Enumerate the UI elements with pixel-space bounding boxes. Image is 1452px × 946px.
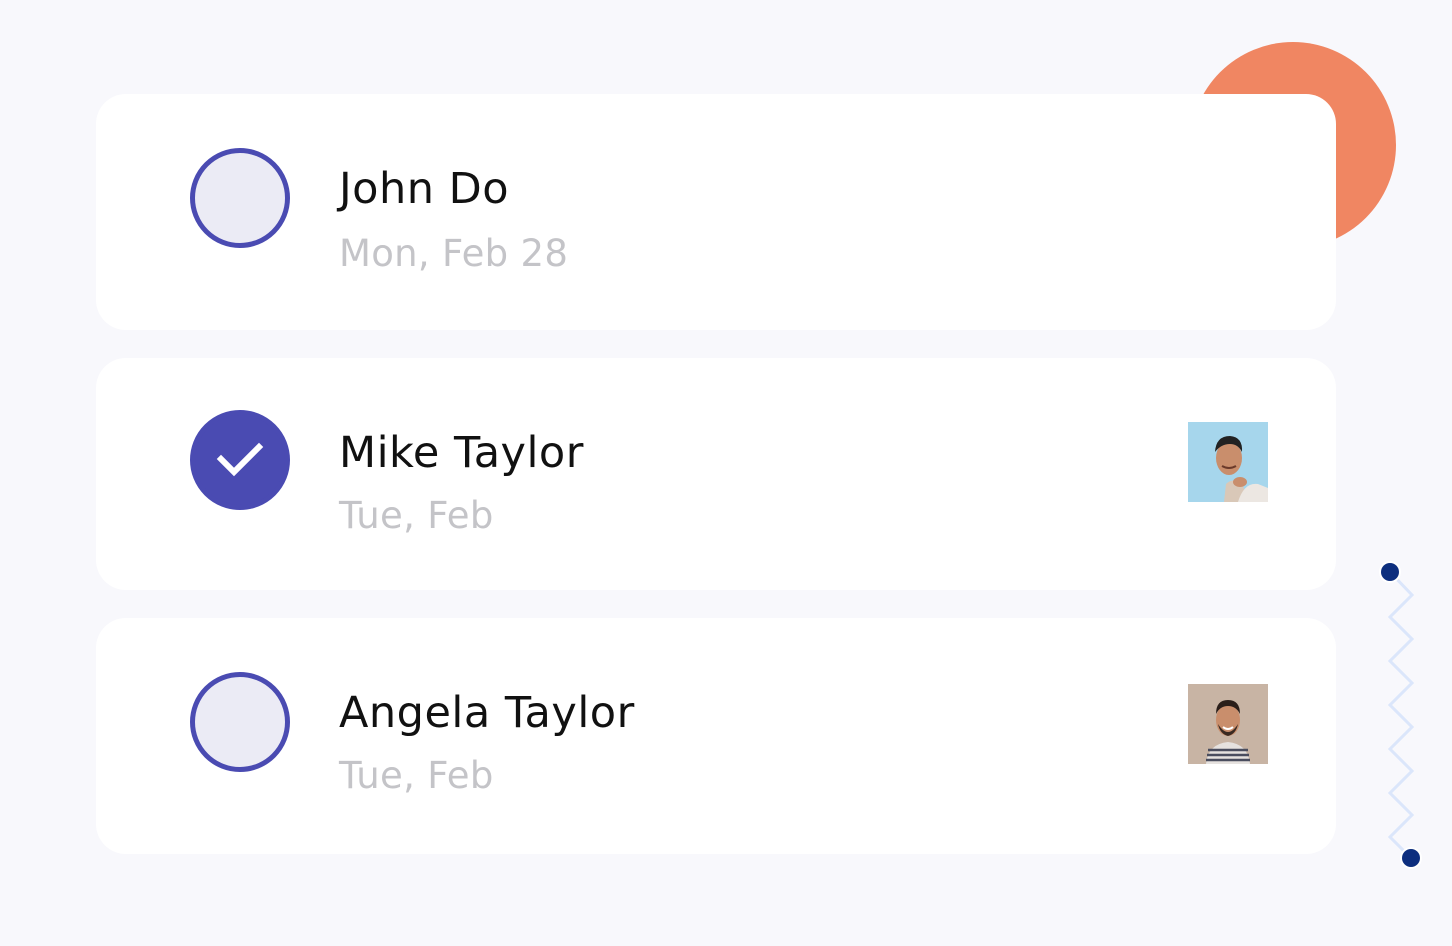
- task-card-mike-taylor[interactable]: Mike Taylor Tue, Feb: [96, 358, 1336, 590]
- task-date: Tue, Feb: [339, 754, 494, 797]
- avatar[interactable]: [1188, 684, 1268, 764]
- check-icon: [216, 442, 264, 477]
- task-list-screen: John Do Mon, Feb 28 Mike Taylor Tue, Feb…: [0, 0, 1452, 946]
- task-checkbox-unchecked[interactable]: [190, 148, 290, 248]
- task-card-john-do[interactable]: John Do Mon, Feb 28: [96, 94, 1336, 330]
- task-name: Angela Taylor: [339, 688, 635, 738]
- task-date: Tue, Feb: [339, 494, 494, 537]
- task-name: John Do: [339, 164, 510, 214]
- task-checkbox-checked[interactable]: [190, 410, 290, 510]
- zigzag-dot-bottom: [1402, 849, 1420, 867]
- task-date: Mon, Feb 28: [339, 232, 569, 275]
- decorative-zigzag: [1379, 561, 1422, 869]
- task-checkbox-unchecked[interactable]: [190, 672, 290, 772]
- avatar[interactable]: [1188, 422, 1268, 502]
- task-name: Mike Taylor: [339, 428, 584, 478]
- zigzag-dot-top: [1381, 563, 1399, 581]
- task-card-angela-taylor[interactable]: Angela Taylor Tue, Feb: [96, 618, 1336, 854]
